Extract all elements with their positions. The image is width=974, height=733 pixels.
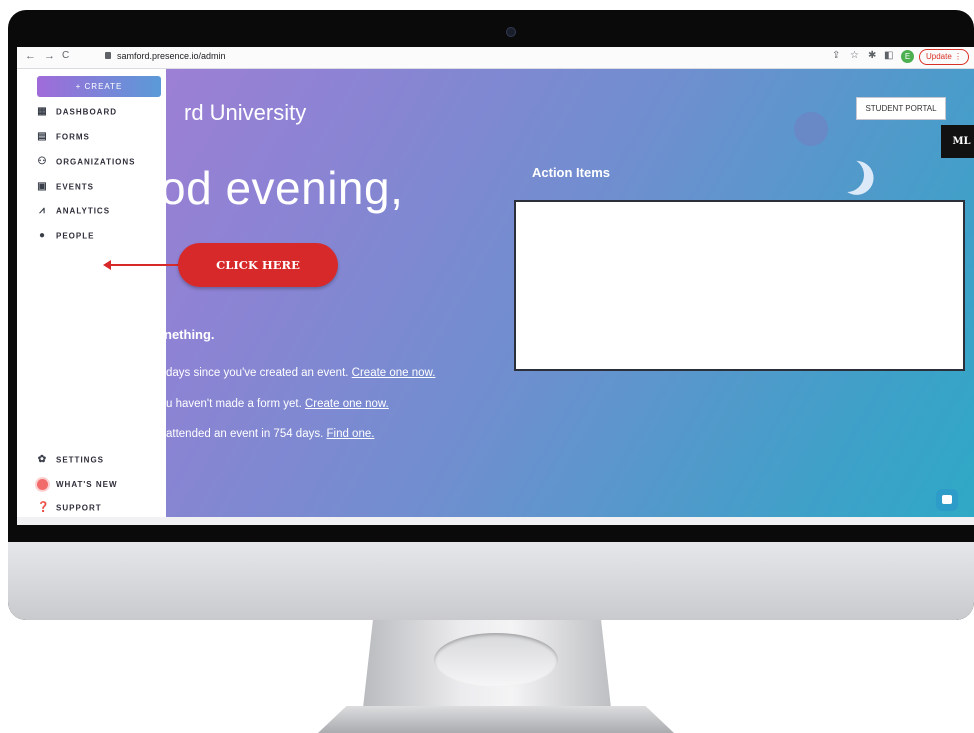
screen-bottom-strip xyxy=(17,517,974,525)
sidebar-item-organizations[interactable]: ⚇ ORGANIZATIONS xyxy=(37,157,136,171)
action-items-panel xyxy=(514,200,965,371)
event-reminder: days since you've created an event. Crea… xyxy=(166,367,436,379)
reload-icon[interactable]: C xyxy=(62,50,69,61)
profile-avatar[interactable]: E xyxy=(901,50,914,63)
forward-icon[interactable]: → xyxy=(44,50,55,62)
sidebar-item-support[interactable]: ❓ SUPPORT xyxy=(37,503,102,517)
create-form-link[interactable]: Create one now. xyxy=(305,398,389,410)
group-icon: ⚇ xyxy=(37,156,48,167)
calendar-icon: ▣ xyxy=(37,181,48,192)
chart-icon: ⩘ xyxy=(39,205,46,216)
university-name: rd University xyxy=(184,100,307,125)
student-portal-button[interactable]: STUDENT PORTAL xyxy=(856,97,946,120)
decorative-circle xyxy=(794,112,828,146)
monitor-base xyxy=(318,706,674,733)
create-event-link[interactable]: Create one now. xyxy=(352,367,436,379)
attend-reminder: attended an event in 754 days. Find one. xyxy=(166,428,375,440)
moon-icon xyxy=(825,153,869,197)
person-icon: ● xyxy=(38,230,47,241)
find-event-link[interactable]: Find one. xyxy=(326,428,374,440)
sidebar: + CREATE ▦ DASHBOARD ▤ FORMS ⚇ ORGANIZATION… xyxy=(17,69,166,517)
arrow-head-icon xyxy=(103,260,111,270)
subheading: nething. xyxy=(164,327,215,342)
click-here-callout: CLICK HERE xyxy=(178,243,338,287)
form-reminder: u haven't made a form yet. Create one no… xyxy=(166,398,389,410)
sidebar-item-whats-new[interactable]: WHAT'S NEW xyxy=(37,479,118,493)
sidepanel-icon[interactable]: ◧ xyxy=(884,50,893,61)
back-icon[interactable]: ← xyxy=(25,50,36,62)
gear-icon: ✿ xyxy=(37,454,48,465)
sidebar-item-settings[interactable]: ✿ SETTINGS xyxy=(37,455,104,469)
presence-page: rd University od evening, nething. days … xyxy=(17,69,974,517)
greeting-heading: od evening, xyxy=(160,162,404,214)
create-button[interactable]: + CREATE xyxy=(37,76,161,97)
monitor-chin xyxy=(8,542,974,620)
address-bar[interactable]: samford.presence.io/admin xyxy=(117,51,226,61)
bookmark-star-icon[interactable]: ☆ xyxy=(850,50,859,61)
sidebar-item-people[interactable]: ● PEOPLE xyxy=(37,231,94,245)
sidebar-item-forms[interactable]: ▤ FORMS xyxy=(37,132,90,146)
share-icon[interactable]: ⇪ xyxy=(832,50,840,61)
chat-icon[interactable] xyxy=(936,489,958,511)
ml-badge[interactable]: ML xyxy=(941,125,974,158)
sidebar-item-events[interactable]: ▣ EVENTS xyxy=(37,182,94,196)
webcam-icon xyxy=(506,27,516,37)
notification-icon xyxy=(37,479,48,490)
grid-icon: ▦ xyxy=(37,106,48,117)
callout-arrow xyxy=(109,264,179,266)
extensions-icon[interactable]: ✱ xyxy=(868,50,876,61)
monitor-frame: ← → C samford.presence.io/admin ⇪ ☆ ✱ ◧ … xyxy=(8,10,974,620)
update-button[interactable]: Update ⋮ xyxy=(919,49,970,65)
help-icon: ❓ xyxy=(37,502,51,513)
lock-icon xyxy=(105,52,111,59)
document-icon: ▤ xyxy=(37,131,48,142)
sidebar-item-analytics[interactable]: ⩘ ANALYTICS xyxy=(37,206,110,220)
screen: ← → C samford.presence.io/admin ⇪ ☆ ✱ ◧ … xyxy=(17,47,974,525)
browser-toolbar: ← → C samford.presence.io/admin ⇪ ☆ ✱ ◧ … xyxy=(17,47,974,69)
sidebar-item-dashboard[interactable]: ▦ DASHBOARD xyxy=(37,107,117,121)
stand-cable-hole xyxy=(434,633,558,687)
action-items-title: Action Items xyxy=(532,165,611,180)
